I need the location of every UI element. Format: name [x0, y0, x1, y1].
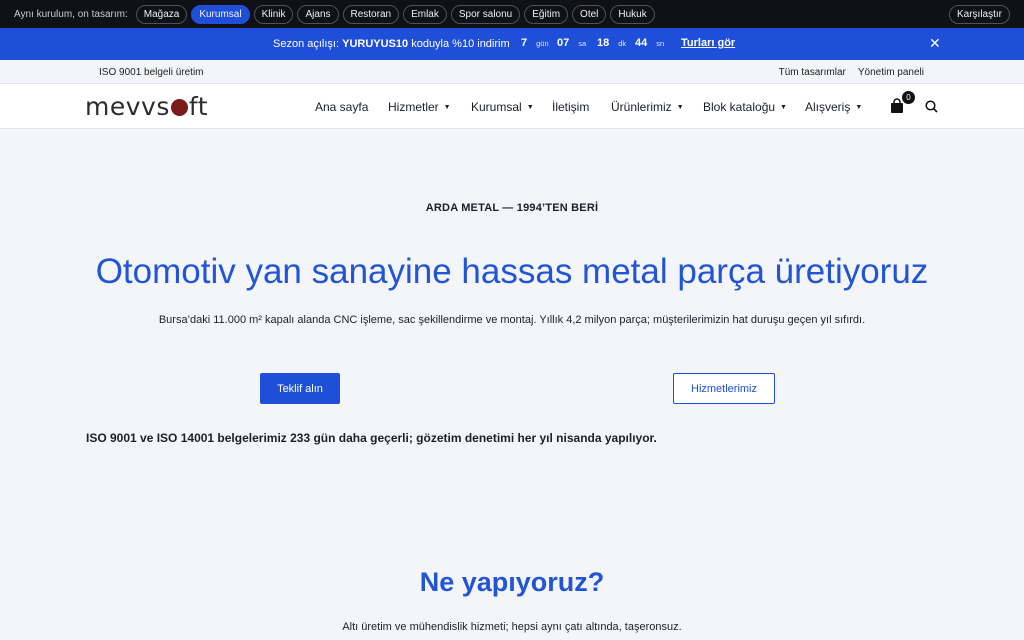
- logo-text-end: ft: [188, 92, 209, 121]
- promo-tours-link[interactable]: Turları gör: [681, 37, 735, 49]
- countdown-seconds-unit: sn: [656, 39, 665, 48]
- caret-down-icon: ▼: [780, 103, 787, 111]
- demo-pill-spor-salonu[interactable]: Spor salonu: [450, 4, 521, 24]
- hero-title: Otomotiv yan sanayine hassas metal parça…: [95, 252, 929, 291]
- demo-pill-magaza[interactable]: Mağaza: [135, 4, 188, 24]
- nav-label: İletişim: [552, 100, 590, 114]
- promo-prefix: Sezon açılışı:: [273, 38, 340, 50]
- countdown-days: 7 gün: [521, 37, 549, 49]
- certification-note: ISO 9001 ve ISO 14001 belgelerimiz 233 g…: [86, 431, 657, 445]
- logo-dot-icon: [170, 99, 188, 116]
- utility-links: Tüm tasarımlar Yönetim paneli: [779, 67, 924, 78]
- countdown-minutes: 18 dk: [597, 37, 626, 49]
- caret-down-icon: ▼: [676, 103, 684, 111]
- cart-count-badge: 0: [902, 91, 915, 104]
- nav-item-kurumsal[interactable]: Kurumsal ▼: [471, 100, 534, 114]
- nav-item-alisveris[interactable]: Alışveriş ▼: [805, 100, 862, 114]
- logo[interactable]: mevvs ft: [85, 92, 208, 121]
- demo-pill-kurumsal[interactable]: Kurumsal: [191, 4, 250, 24]
- search-icon[interactable]: [925, 100, 938, 113]
- countdown-seconds: 44 sn: [635, 37, 664, 49]
- hero-eyebrow: ARDA METAL — 1994’TEN BERİ: [425, 202, 599, 214]
- promo-code: YURUYUS10: [342, 38, 409, 50]
- logo-text-start: mevvs: [85, 92, 170, 121]
- countdown-seconds-value: 44: [635, 37, 648, 49]
- site-header: mevvs ft Ana sayfa Hizmetler ▼ Kurumsal ▼ İ…: [0, 84, 1024, 129]
- caret-down-icon: ▼: [526, 103, 534, 111]
- nav-item-blok-katalogu[interactable]: Blok kataloğu ▼: [703, 100, 787, 114]
- services-button[interactable]: Hizmetlerimiz: [673, 373, 775, 404]
- demo-pill-otel[interactable]: Otel: [572, 4, 607, 24]
- demo-pill-hukuk[interactable]: Hukuk: [610, 4, 655, 24]
- countdown-minutes-unit: dk: [618, 39, 627, 48]
- nav-label: Ana sayfa: [315, 100, 369, 114]
- countdown-hours-value: 07: [557, 37, 570, 49]
- nav-item-ana-sayfa[interactable]: Ana sayfa: [315, 100, 368, 114]
- demo-pill-klinik[interactable]: Klinik: [253, 4, 294, 24]
- caret-down-icon: ▼: [443, 103, 451, 111]
- demo-pill-egitim[interactable]: Eğitim: [524, 4, 569, 24]
- nav-label: Kurumsal: [471, 100, 522, 114]
- promo-message: Sezon açılışı: YURUYUS10 koduyla %10 ind…: [273, 38, 510, 50]
- nav-item-iletisim[interactable]: İletişim: [552, 100, 589, 114]
- nav-label: Blok kataloğu: [703, 100, 776, 114]
- promo-suffix: koduyla %10 indirim: [411, 38, 510, 50]
- nav-label: Ürünlerimiz: [611, 100, 672, 114]
- countdown-hours: 07 sa: [557, 37, 586, 49]
- countdown-days-value: 7: [521, 37, 528, 49]
- utility-iso-note: ISO 9001 belgeli üretim: [99, 67, 204, 78]
- countdown-days-unit: gün: [536, 39, 549, 48]
- caret-down-icon: ▼: [855, 103, 863, 111]
- request-quote-button[interactable]: Teklif alın: [260, 373, 340, 404]
- promo-bar: Sezon açılışı: YURUYUS10 koduyla %10 ind…: [0, 28, 1024, 60]
- hero-subtitle: Bursa’daki 11.000 m² kapalı alanda CNC i…: [158, 314, 866, 326]
- demo-pill-list: Mağaza Kurumsal Klinik Ajans Restoran Em…: [135, 4, 655, 24]
- all-designs-link[interactable]: Tüm tasarımlar: [779, 67, 846, 78]
- countdown-hours-unit: sa: [578, 39, 587, 48]
- section-subtitle: Altı üretim ve mühendislik hizmeti; heps…: [342, 621, 682, 633]
- nav-item-hizmetler[interactable]: Hizmetler ▼: [388, 100, 451, 114]
- countdown-minutes-value: 18: [597, 37, 610, 49]
- nav-label: Hizmetler: [388, 100, 439, 114]
- utility-bar: ISO 9001 belgeli üretim Tüm tasarımlar Y…: [0, 60, 1024, 84]
- compare-button[interactable]: Karşılaştır: [948, 5, 1010, 24]
- demo-pill-emlak[interactable]: Emlak: [403, 4, 447, 24]
- admin-panel-link[interactable]: Yönetim paneli: [858, 67, 924, 78]
- nav-label: Alışveriş: [805, 100, 851, 114]
- section-title: Ne yapıyoruz?: [419, 567, 605, 597]
- demo-pill-restoran[interactable]: Restoran: [342, 4, 400, 24]
- demo-pill-ajans[interactable]: Ajans: [297, 4, 339, 24]
- demo-switcher-bar: Aynı kurulum, on tasarım: Mağaza Kurumsa…: [0, 0, 1024, 28]
- nav-item-urunlerimiz[interactable]: Ürünlerimiz ▼: [611, 100, 684, 114]
- demo-switcher-label: Aynı kurulum, on tasarım:: [14, 8, 128, 20]
- close-icon[interactable]: ✕: [929, 35, 941, 52]
